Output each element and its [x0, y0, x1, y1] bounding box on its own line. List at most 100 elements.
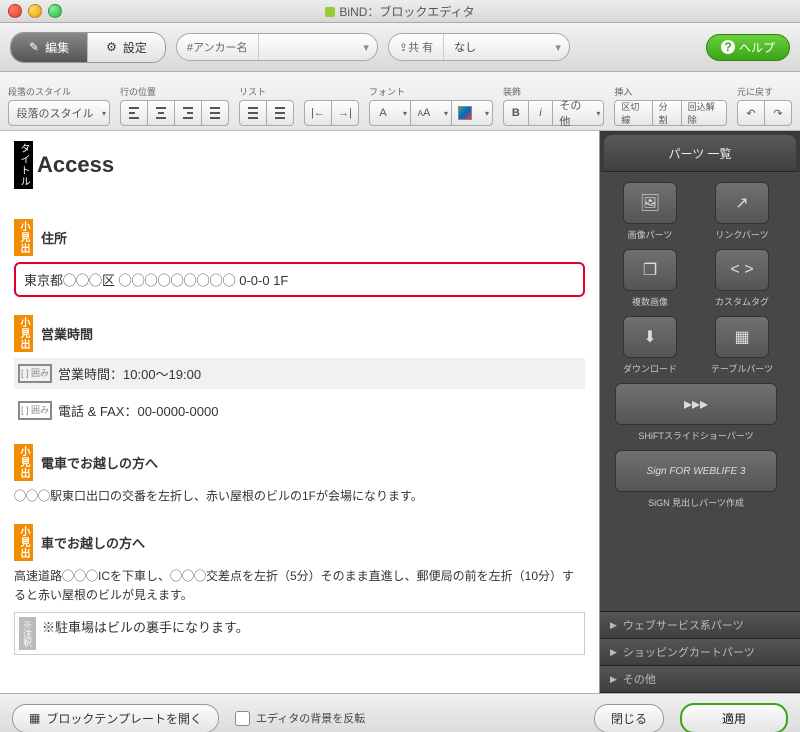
tel-row[interactable]: [ ] 囲み電話 & FAX：00-0000-0000: [14, 395, 585, 426]
align-right-button[interactable]: [174, 100, 202, 126]
title-block[interactable]: タイトル Access: [14, 141, 585, 189]
group-label: 行の位置: [120, 85, 229, 98]
section-address[interactable]: 小見出住所 東京都◯◯◯区 ◯◯◯◯◯◯◯◯◯ 0-0-0 1F: [14, 219, 585, 297]
apply-button[interactable]: 適用: [680, 703, 788, 732]
editor-content[interactable]: タイトル Access 小見出住所 東京都◯◯◯区 ◯◯◯◯◯◯◯◯◯ 0-0-…: [0, 131, 599, 693]
insert-split-button[interactable]: 分割: [652, 100, 682, 126]
paragraph-style-dropdown[interactable]: 段落のスタイル: [8, 100, 110, 126]
car-body[interactable]: 高速道路◯◯◯ICを下車し、◯◯◯交差点を左折（5分）そのまま直進し、郵便局の前…: [14, 567, 585, 605]
heading-train[interactable]: 電車でお越しの方へ: [41, 453, 158, 472]
footer-bar: ▦ブロックテンプレートを開く エディタの背景を反転 閉じる 適用: [0, 693, 800, 732]
part-table[interactable]: ▦テーブルパーツ: [700, 316, 784, 375]
part-custom-tag[interactable]: < >カスタムタグ: [700, 249, 784, 308]
part-label: SiGN 見出しパーツ作成: [648, 496, 744, 509]
font-size-dropdown[interactable]: AA: [410, 100, 452, 126]
align-center-button[interactable]: [147, 100, 175, 126]
invert-background-checkbox[interactable]: エディタの背景を反転: [235, 710, 365, 726]
settings-mode-button[interactable]: ⚙設定: [88, 33, 165, 62]
section-car[interactable]: 小見出車でお越しの方へ 高速道路◯◯◯ICを下車し、◯◯◯交差点を左折（5分）そ…: [14, 524, 585, 654]
body-split: タイトル Access 小見出住所 東京都◯◯◯区 ◯◯◯◯◯◯◯◯◯ 0-0-…: [0, 131, 800, 693]
group-decoration: 装飾 B i その他: [503, 85, 604, 126]
font-color-dropdown[interactable]: [451, 100, 493, 126]
font-family-dropdown[interactable]: A: [369, 100, 411, 126]
tag-title: タイトル: [14, 141, 33, 189]
align-left-button[interactable]: [120, 100, 148, 126]
bold-button[interactable]: B: [503, 100, 529, 126]
tag-boxed: [ ] 囲み: [18, 364, 52, 383]
heading-address[interactable]: 住所: [41, 228, 67, 247]
decoration-other-dropdown[interactable]: その他: [552, 100, 604, 126]
acc-other[interactable]: ▶その他: [600, 666, 800, 693]
indent-button[interactable]: →|: [331, 100, 359, 126]
group-insert: 挿入 区切線 分割 回込解除: [614, 85, 727, 126]
checkbox-icon: [235, 711, 250, 726]
chevron-right-icon: ▶: [610, 674, 617, 685]
part-slideshow[interactable]: ▸▸▸SHiFTスライドショーパーツ: [608, 383, 784, 442]
chevron-right-icon: ▶: [610, 620, 617, 631]
help-button[interactable]: ?ヘルプ: [706, 34, 790, 61]
italic-button[interactable]: i: [528, 100, 554, 126]
bullet-list-icon: [248, 107, 258, 119]
acc-web-services[interactable]: ▶ウェブサービス系パーツ: [600, 612, 800, 639]
train-body[interactable]: ◯◯◯駅東口出口の交番を左折し、赤い屋根のビルの1Fが会場になります。: [14, 487, 585, 506]
part-multi-image[interactable]: ❐複数画像: [608, 249, 692, 308]
hours-text[interactable]: 営業時間：10:00〜19:00: [58, 364, 201, 383]
link-icon: ↗: [715, 182, 769, 224]
align-left-icon: [129, 107, 139, 119]
heading-hours[interactable]: 営業時間: [41, 324, 93, 343]
part-sign[interactable]: Sign FOR WEBLIFE 3SiGN 見出しパーツ作成: [608, 450, 784, 509]
align-justify-button[interactable]: [201, 100, 229, 126]
acc-shopping-cart[interactable]: ▶ショッピングカートパーツ: [600, 639, 800, 666]
group-label: 元に戻す: [737, 85, 792, 98]
align-right-icon: [183, 107, 193, 119]
outdent-button[interactable]: |←: [304, 100, 332, 126]
parts-panel: パーツ 一覧 🖼画像パーツ ↗リンクパーツ ❐複数画像 < >カスタムタグ ⬇ダ…: [600, 131, 800, 693]
group-undo: 元に戻す ↶ ↷: [737, 85, 792, 126]
multi-image-icon: ❐: [623, 249, 677, 291]
panel-accordion: ▶ウェブサービス系パーツ ▶ショッピングカートパーツ ▶その他: [600, 611, 800, 693]
group-label: 挿入: [614, 85, 727, 98]
group-label: [304, 88, 359, 98]
hours-row[interactable]: [ ] 囲み営業時間：10:00〜19:00: [14, 358, 585, 389]
app-icon: [325, 7, 335, 17]
mode-segment: ✎編集 ⚙設定: [10, 32, 166, 63]
clear-wrap-button[interactable]: 回込解除: [681, 100, 727, 126]
note-body[interactable]: ※駐車場はビルの裏手になります。: [42, 617, 249, 650]
caret-down-icon: ▾: [355, 41, 377, 54]
numbered-list-button[interactable]: [266, 100, 294, 126]
part-image[interactable]: 🖼画像パーツ: [608, 182, 692, 241]
part-label: ダウンロード: [623, 362, 677, 375]
tag-subheading: 小見出: [14, 315, 33, 352]
heading-car[interactable]: 車でお越しの方へ: [41, 533, 145, 552]
section-train[interactable]: 小見出電車でお越しの方へ ◯◯◯駅東口出口の交番を左折し、赤い屋根のビルの1Fが…: [14, 444, 585, 506]
group-font: フォント A AA: [369, 85, 493, 126]
share-field[interactable]: ⇪ 共 有 なし ▾: [388, 33, 570, 61]
editor-canvas[interactable]: タイトル Access 小見出住所 東京都◯◯◯区 ◯◯◯◯◯◯◯◯◯ 0-0-…: [0, 131, 600, 693]
close-button[interactable]: 閉じる: [594, 704, 664, 732]
parts-panel-tab[interactable]: パーツ 一覧: [604, 135, 796, 172]
pencil-icon: ✎: [29, 40, 39, 54]
align-center-icon: [156, 107, 166, 119]
part-label: テーブルパーツ: [711, 362, 773, 375]
undo-button[interactable]: ↶: [737, 100, 765, 126]
anchor-field[interactable]: #アンカー名 ▾: [176, 33, 378, 61]
grid-icon: ▦: [29, 711, 40, 725]
address-value-highlight[interactable]: 東京都◯◯◯区 ◯◯◯◯◯◯◯◯◯ 0-0-0 1F: [14, 262, 585, 297]
open-block-template-button[interactable]: ▦ブロックテンプレートを開く: [12, 704, 219, 732]
align-justify-icon: [210, 107, 220, 119]
note-row[interactable]: ※注釈※駐車場はビルの裏手になります。: [14, 612, 585, 655]
parts-grid: 🖼画像パーツ ↗リンクパーツ ❐複数画像 < >カスタムタグ ⬇ダウンロード ▦…: [600, 172, 800, 611]
insert-divider-button[interactable]: 区切線: [614, 100, 652, 126]
tel-text[interactable]: 電話 & FAX：00-0000-0000: [58, 401, 218, 420]
page-title[interactable]: Access: [37, 152, 114, 178]
part-download[interactable]: ⬇ダウンロード: [608, 316, 692, 375]
part-link[interactable]: ↗リンクパーツ: [700, 182, 784, 241]
color-swatch-icon: [458, 106, 472, 120]
caret-down-icon: ▾: [547, 41, 569, 54]
section-hours[interactable]: 小見出営業時間 [ ] 囲み営業時間：10:00〜19:00 [ ] 囲み電話 …: [14, 315, 585, 426]
gear-icon: ⚙: [106, 40, 117, 54]
slideshow-icon: ▸▸▸: [615, 383, 777, 425]
edit-mode-button[interactable]: ✎編集: [11, 33, 88, 62]
redo-button[interactable]: ↷: [764, 100, 792, 126]
bullet-list-button[interactable]: [239, 100, 267, 126]
